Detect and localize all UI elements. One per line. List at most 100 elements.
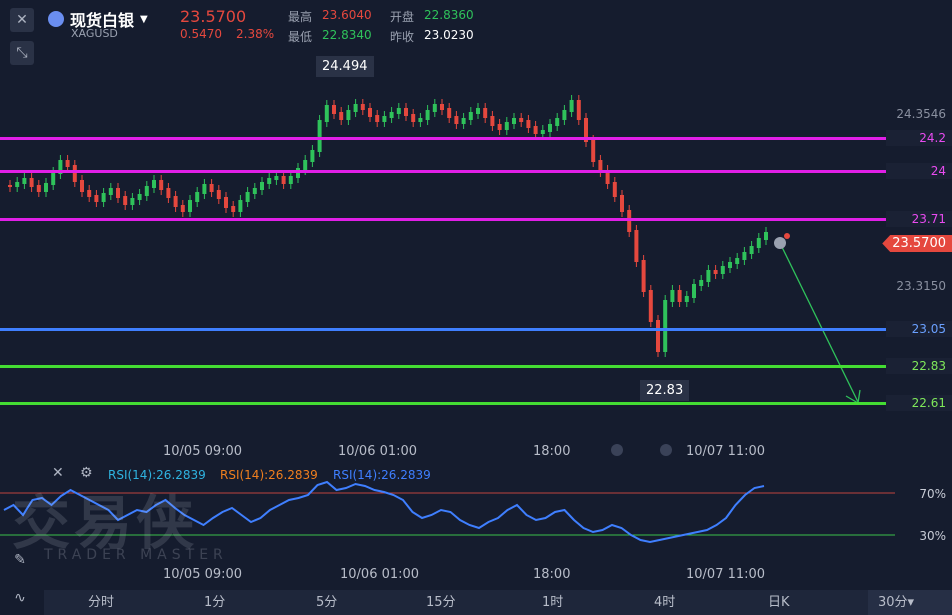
candle-body [353,104,358,112]
period-tab-4h[interactable]: 4时 [654,590,675,615]
candle-body [22,178,27,184]
pencil-icon: ✎ [14,552,26,568]
candle-body [497,124,502,130]
candle-body [512,118,516,124]
candle-body [260,182,264,190]
price-chart[interactable] [0,60,952,430]
candle-body [382,116,387,122]
candle-body [231,206,236,212]
candle-body [116,188,120,198]
candle-body [87,190,92,197]
open-value: 22.8360 [424,8,474,22]
candles-group [8,95,768,357]
scroll-dot[interactable] [611,444,623,456]
candle-body [620,195,624,212]
period-bar: 分时 1分 5分 15分 1时 4时 日K 30分▾ [44,590,952,615]
candle-body [476,108,480,114]
rsi-time-label: 10/05 09:00 [163,567,243,582]
level-line[interactable] [0,218,886,221]
candle-body [540,130,545,134]
candle-body [548,124,552,132]
period-tab-5m[interactable]: 5分 [316,590,337,615]
collapse-icon: ⤡ [16,45,28,61]
info-marker [774,237,786,249]
candle-body [490,116,495,126]
candle-body [468,112,473,120]
candle-body [188,200,192,212]
candle-body [735,258,740,264]
candle-body [627,210,632,232]
candle-body [65,160,70,167]
level-line[interactable] [0,137,886,140]
candle-body [720,266,725,274]
candle-body [267,178,272,184]
level-line[interactable] [0,328,886,331]
price-change-pct: 2.38% [236,27,275,41]
symbol-code: XAGUSD [71,27,118,40]
candle-body [756,238,761,248]
scroll-dot[interactable] [660,444,672,456]
candle-body [641,260,646,292]
candle-body [461,118,466,124]
candle-body [8,185,12,187]
alert-dot [784,233,790,239]
candle-body [123,196,128,205]
rsi-time-label: 18:00 [533,567,571,582]
period-dropdown[interactable]: 30分▾ [868,590,952,615]
open-label: 开盘 [390,10,415,24]
candle-body [44,183,48,192]
candle-body [396,108,401,114]
candle-body [332,105,336,114]
draw-tool-button[interactable]: ✎ [6,548,34,572]
period-tab-1m[interactable]: 1分 [204,590,225,615]
rsi-time-label: 10/07 11:00 [686,567,766,582]
rsi-time-label: 10/06 01:00 [340,567,420,582]
candle-body [447,108,452,118]
level-line[interactable] [0,402,886,405]
candle-body [742,252,747,260]
level-line[interactable] [0,170,886,173]
candle-body [656,320,660,352]
level-line-label: 23.71 [886,211,952,227]
axis-price-2: 23.3150 [896,279,946,293]
candle-body [692,284,696,298]
candle-body [670,290,675,302]
candle-body [425,110,430,120]
candle-body [180,205,185,212]
indicator-tool-button[interactable]: ∿ [6,586,34,610]
candle-body [303,160,308,170]
period-tab-15m[interactable]: 15分 [426,590,456,615]
rsi-lower-label: 30% [919,529,946,543]
current-price-tag: 23.5700 [882,235,952,252]
candle-body [108,188,113,195]
candle-body [173,196,178,207]
candle-body [224,197,228,208]
candle-body [195,192,200,202]
period-tab-1h[interactable]: 1时 [542,590,563,615]
time-label: 10/05 09:00 [163,444,243,459]
level-line[interactable] [0,365,886,368]
candle-body [684,296,689,302]
candle-body [252,188,257,194]
candle-body [202,184,207,194]
level-line-label: 24 [886,163,952,179]
candle-body [346,110,351,120]
candle-body [80,180,84,192]
candle-body [504,122,509,130]
candle-body [432,104,437,112]
current-price: 23.5700 [180,7,247,26]
max-price-label: 24.494 [316,56,374,77]
candle-body [483,108,488,118]
candle-body [209,184,214,192]
close-icon: ✕ [16,12,28,28]
period-tab-daily[interactable]: 日K [768,590,790,615]
candle-body [764,232,768,240]
candle-body [706,270,711,282]
candle-body [569,100,574,112]
candle-body [634,230,639,262]
price-change: 0.5470 [180,27,222,41]
candle-body [612,182,617,197]
period-tab-timeshare[interactable]: 分时 [88,590,114,615]
close-button[interactable]: ✕ [10,8,34,32]
candle-body [375,115,380,122]
